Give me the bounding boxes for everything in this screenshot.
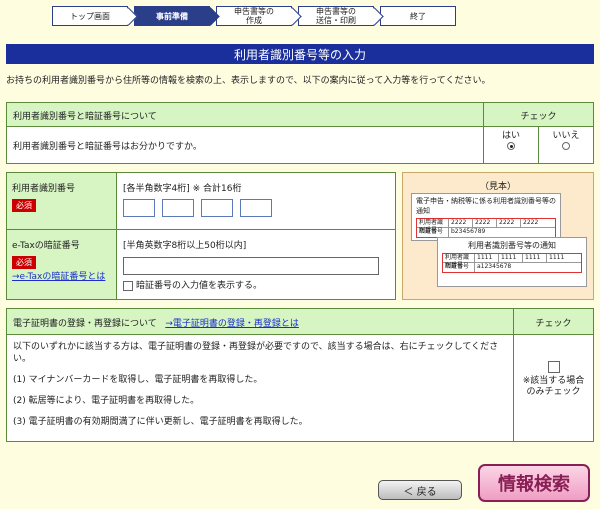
pw-hint: [半角英数字8桁以上50桁以内] (123, 241, 247, 251)
required-badge: 必須 (12, 199, 36, 212)
cert-item-3: (3) 電子証明書の有効期間満了に伴い更新し、電子証明書を再取得した。 (13, 417, 308, 427)
id-label: 利用者識別番号 (12, 184, 76, 194)
id-input-3[interactable] (200, 199, 233, 217)
no-option[interactable]: いいえ (538, 127, 593, 163)
pw-label: e-Taxの暗証番号 (12, 241, 80, 251)
back-button[interactable]: ＜ 戻る (378, 480, 462, 500)
no-label: いいえ (552, 131, 580, 141)
search-button[interactable]: 情報検索 (478, 464, 590, 502)
id-input-cell: [各半角数字4桁] ※ 合計16桁 (117, 173, 395, 229)
progress-steps: トップ画面 事前準備 申告書等の 作成 申告書等の 送信・印刷 終了 (52, 6, 456, 26)
id-input-1[interactable] (123, 199, 155, 217)
id-input-4[interactable] (239, 199, 272, 217)
sample-illustration: （見本） 電子申告・納税等に係る利用者識別番号等の通知 利用者識別番号 2222… (402, 172, 594, 300)
step-create: 申告書等の 作成 (216, 6, 292, 26)
intro-text: お持ちの利用者識別番号から住所等の情報を検索の上、表示しますので、以下の案内に従… (6, 76, 491, 86)
step-send-print: 申告書等の 送信・印刷 (298, 6, 374, 26)
check-header: チェック (483, 103, 593, 126)
cert-item-2: (2) 転居等により、電子証明書を再取得した。 (13, 396, 200, 406)
cert-check-note: ※該当する場合 のみチェック (522, 375, 585, 397)
card2-title: 利用者識別番号等の通知 (468, 241, 556, 250)
pw-label-cell: e-Taxの暗証番号 必須 →e-Taxの暗証番号とは (7, 230, 117, 299)
id-input-2[interactable] (161, 199, 194, 217)
page-title: 利用者識別番号等の入力 (6, 44, 594, 64)
cert-item-1: (1) マイナンバーカードを取得し、電子証明書を再取得した。 (13, 375, 263, 385)
sample-title: （見本） (479, 182, 516, 192)
cert-question-body: 以下のいずれかに該当する方は、電子証明書の登録・再登録が必要ですので、該当する場… (7, 335, 513, 441)
question-header: 利用者識別番号と暗証番号について (13, 112, 157, 122)
show-pw-label: 暗証番号の入力値を表示する。 (136, 281, 263, 291)
id-label-cell: 利用者識別番号 必須 (7, 173, 117, 229)
yes-label: はい (501, 131, 520, 141)
no-radio[interactable] (562, 142, 570, 150)
certificate-question: 電子証明書の登録・再登録について →電子証明書の登録・再登録とは チェック 以下… (6, 308, 594, 442)
cert-help-link[interactable]: →電子証明書の登録・再登録とは (165, 319, 299, 329)
sample-card-2: 利用者識別番号等の通知 利用者識別番号 1111 1111 1111 1111 … (437, 237, 587, 287)
id-hint: [各半角数字4桁] ※ 合計16桁 (123, 184, 242, 194)
cert-checkbox[interactable] (547, 361, 560, 373)
step-end: 終了 (380, 6, 456, 26)
question-text: 利用者識別番号と暗証番号はお分かりですか。 (13, 142, 202, 152)
required-badge: 必須 (12, 256, 36, 269)
pw-help-link[interactable]: →e-Taxの暗証番号とは (12, 272, 105, 282)
cert-text: 以下のいずれかに該当する方は、電子証明書の登録・再登録が必要ですので、該当する場… (13, 342, 499, 364)
pw-input-cell: [半角英数字8桁以上50桁以内] 暗証番号の入力値を表示する。 (117, 230, 395, 299)
cert-check-header: チェック (513, 309, 593, 334)
yes-option[interactable]: はい (483, 127, 538, 163)
id-known-question: 利用者識別番号と暗証番号について チェック 利用者識別番号と暗証番号はお分かりで… (6, 102, 594, 164)
step-top: トップ画面 (52, 6, 128, 26)
sample-card-1: 電子申告・納税等に係る利用者識別番号等の通知 利用者識別番号 2222 2222… (411, 193, 561, 241)
pw-input[interactable] (123, 257, 379, 275)
show-pw-checkbox[interactable] (123, 280, 133, 291)
credentials-form: 利用者識別番号 必須 [各半角数字4桁] ※ 合計16桁 e-Taxの暗証番号 … (6, 172, 396, 300)
step-preparation: 事前準備 (134, 6, 210, 26)
cert-header: 電子証明書の登録・再登録について →電子証明書の登録・再登録とは (13, 319, 299, 329)
card1-title: 電子申告・納税等に係る利用者識別番号等の通知 (416, 197, 556, 215)
yes-radio[interactable] (507, 142, 515, 150)
cert-check-cell: ※該当する場合 のみチェック (513, 335, 593, 441)
